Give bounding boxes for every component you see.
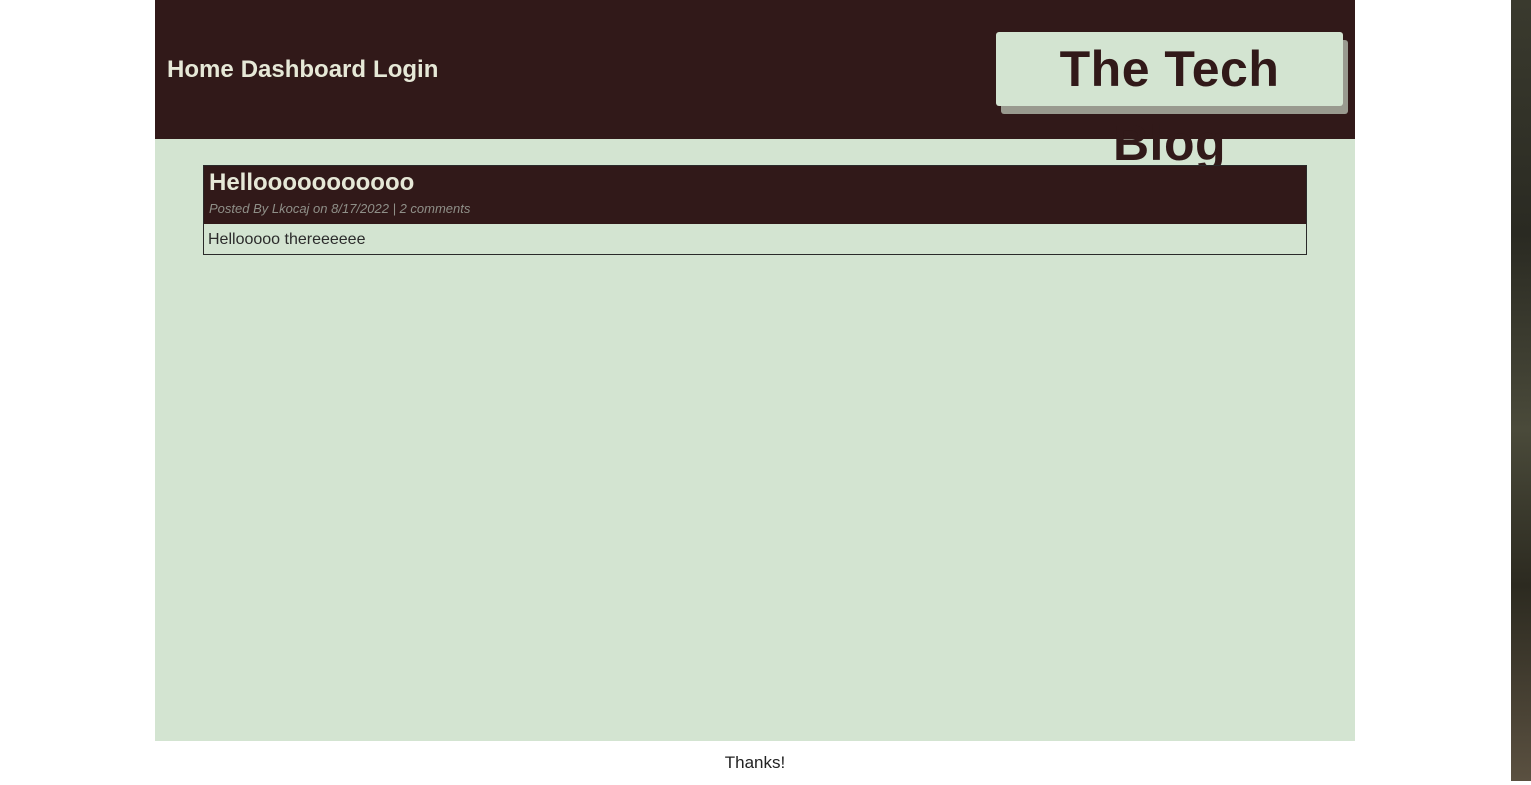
post-card[interactable]: Hellooooooooooo Posted By Lkocaj on 8/17… — [203, 165, 1307, 255]
site-title: The Tech Blog — [996, 32, 1343, 171]
post-header: Hellooooooooooo Posted By Lkocaj on 8/17… — [204, 166, 1306, 224]
main-nav: Home Dashboard Login — [167, 56, 445, 84]
site-header: Home Dashboard Login The Tech Blog — [155, 0, 1355, 171]
post-meta: Posted By Lkocaj on 8/17/2022 | 2 commen… — [209, 201, 471, 216]
post-title[interactable]: Hellooooooooooo — [209, 169, 414, 197]
site-brand: The Tech Blog — [996, 32, 1348, 171]
nav-link-home[interactable]: Home — [167, 56, 234, 84]
site-footer: Thanks! — [724, 753, 786, 772]
background-photo-edge — [1511, 0, 1531, 781]
main-content-area: Home Dashboard Login The Tech Blog Hello… — [155, 0, 1355, 741]
nav-link-login[interactable]: Login — [373, 56, 438, 84]
post-body: Hellooooo thereeeeee — [208, 231, 366, 248]
nav-link-dashboard[interactable]: Dashboard — [241, 56, 366, 84]
